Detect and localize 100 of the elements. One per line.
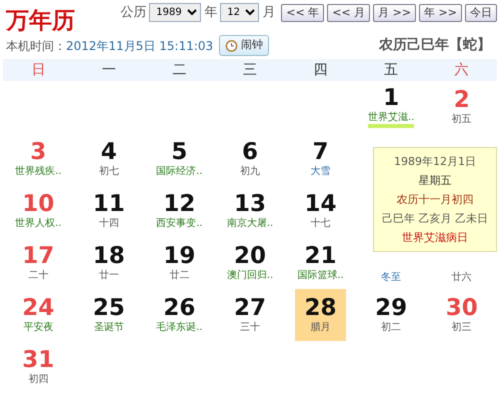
alarm-clock-icon (225, 39, 238, 52)
day-number: 6 (242, 140, 258, 166)
day-cell[interactable]: 31 初四 (13, 341, 64, 393)
day-number: 5 (171, 140, 188, 166)
day-label: 初三 (452, 321, 472, 334)
clock-label: 本机时间： (6, 38, 66, 54)
day-cell[interactable]: 30 初三 (436, 289, 487, 341)
day-number: 19 (163, 244, 196, 270)
day-label: 十四 (98, 217, 119, 230)
day-number: 1 (383, 86, 400, 112)
day-number: 17 (22, 244, 54, 270)
day-cell[interactable]: 27 三十 (224, 289, 276, 341)
day-cell[interactable]: 5 国际经济.. (154, 133, 205, 185)
day-label: 世界艾滋.. (368, 111, 414, 128)
clock-time: 2012年11月5日 15:11:03 (66, 38, 214, 54)
day-label: 圣诞节 (94, 321, 124, 334)
day-number: 14 (304, 192, 337, 218)
day-cell[interactable]: 17 二十 (13, 237, 64, 289)
day-label: 廿二 (169, 269, 190, 282)
day-label: 二十 (28, 269, 48, 282)
logo: 万年历 (6, 9, 75, 32)
weekday-label: 二 (171, 60, 188, 80)
day-label: 南京大屠.. (226, 217, 274, 230)
field-label: 公历 (120, 4, 146, 22)
day-number: 26 (163, 296, 196, 322)
weekday-label: 三 (242, 60, 258, 80)
year-select[interactable]: 1989 (149, 3, 202, 22)
day-label: 西安事变.. (156, 217, 203, 230)
nav-button[interactable]: 月 >> (373, 4, 416, 22)
day-number: 31 (22, 348, 54, 374)
day-label: 平安夜 (23, 321, 54, 334)
day-label: 初四 (28, 373, 48, 386)
day-number: 3 (30, 140, 46, 166)
day-label: 国际篮球.. (297, 269, 344, 282)
nav-button[interactable]: << 月 (327, 4, 370, 22)
day-cell[interactable]: 6 初九 (224, 133, 276, 185)
nav-button[interactable]: << 年 (281, 4, 324, 22)
day-cell[interactable]: 13 南京大屠.. (224, 185, 276, 237)
day-cell[interactable]: 25 圣诞节 (84, 289, 134, 341)
alarm-button[interactable]: 闹钟 (219, 35, 270, 56)
tooltip-date: 1989年12月1日 (393, 154, 477, 170)
month-select[interactable]: 12 (220, 3, 260, 22)
day-number: 11 (92, 192, 125, 218)
day-number: 4 (100, 140, 117, 166)
weekday-label: 日 (30, 60, 46, 80)
day-number: 12 (163, 192, 196, 218)
tooltip-weekday: 星期五 (418, 173, 452, 189)
day-label: 廿一 (98, 269, 119, 282)
tooltip-ganzhi: 己巳年 乙亥月 乙未日 (381, 211, 489, 227)
day-cell[interactable]: 24 平安夜 (13, 289, 64, 341)
day-label: 世界人权.. (15, 217, 62, 230)
weekday-label: 四 (312, 60, 329, 80)
day-cell[interactable]: 12 西安事变.. (154, 185, 205, 237)
day-cell[interactable]: 29 初二 (366, 289, 416, 341)
day-label: 初五 (452, 113, 472, 126)
day-cell[interactable]: 3 世界残疾.. (13, 133, 64, 185)
day-cell[interactable]: 4 初七 (84, 133, 134, 185)
lunar-year: 农历己巳年【蛇】 (379, 36, 491, 55)
nav-button[interactable]: 今日 (465, 4, 497, 22)
tooltip-lunar-date: 农历十一月初四 (396, 192, 474, 208)
day-number: 27 (234, 296, 266, 322)
day-number: 10 (22, 192, 54, 218)
day-number: 18 (92, 244, 125, 270)
nav-button[interactable]: 年 >> (419, 4, 462, 22)
day-label: 初七 (98, 165, 119, 178)
day-number: 30 (446, 296, 478, 322)
weekday-label: 五 (383, 60, 400, 80)
day-cell[interactable]: 14 十七 (295, 185, 346, 237)
day-number: 25 (92, 296, 125, 322)
day-number: 13 (234, 192, 266, 218)
field-label: 年 (204, 4, 218, 22)
day-number: 28 (304, 296, 337, 322)
day-label: 腊月 (310, 321, 331, 334)
day-cell[interactable]: 21 国际篮球.. (295, 237, 346, 289)
weekday-label: 六 (454, 60, 470, 80)
day-number: 7 (312, 140, 329, 166)
day-cell[interactable]: 18 廿一 (84, 237, 134, 289)
day-cell[interactable]: 2 初五 (436, 81, 487, 133)
day-label: 初九 (240, 165, 260, 178)
day-label: 国际经济.. (156, 165, 203, 178)
day-cell[interactable]: 7 大雪 (295, 133, 346, 185)
day-cell[interactable]: 28 腊月 (295, 289, 346, 341)
day-cell[interactable]: 11 十四 (84, 185, 134, 237)
day-cell[interactable]: 26 毛泽东诞.. (154, 289, 205, 341)
day-cell[interactable]: 10 世界人权.. (13, 185, 64, 237)
day-label: 毛泽东诞.. (156, 321, 203, 334)
field-label: 月 (262, 4, 276, 22)
day-number: 2 (454, 88, 470, 114)
day-cell[interactable]: 19 廿二 (154, 237, 205, 289)
day-label: 澳门回归.. (226, 269, 274, 282)
day-number: 21 (304, 244, 337, 270)
day-label: 十七 (310, 217, 331, 230)
day-label: 三十 (240, 321, 260, 334)
day-label: 大雪 (310, 165, 331, 178)
day-label: 初二 (381, 321, 402, 334)
weekday-label: 一 (100, 60, 117, 80)
day-cell[interactable]: 1 世界艾滋.. (366, 81, 416, 133)
day-number: 29 (375, 296, 408, 322)
day-cell[interactable]: 20 澳门回归.. (224, 237, 276, 289)
day-label: 世界残疾.. (15, 165, 62, 178)
